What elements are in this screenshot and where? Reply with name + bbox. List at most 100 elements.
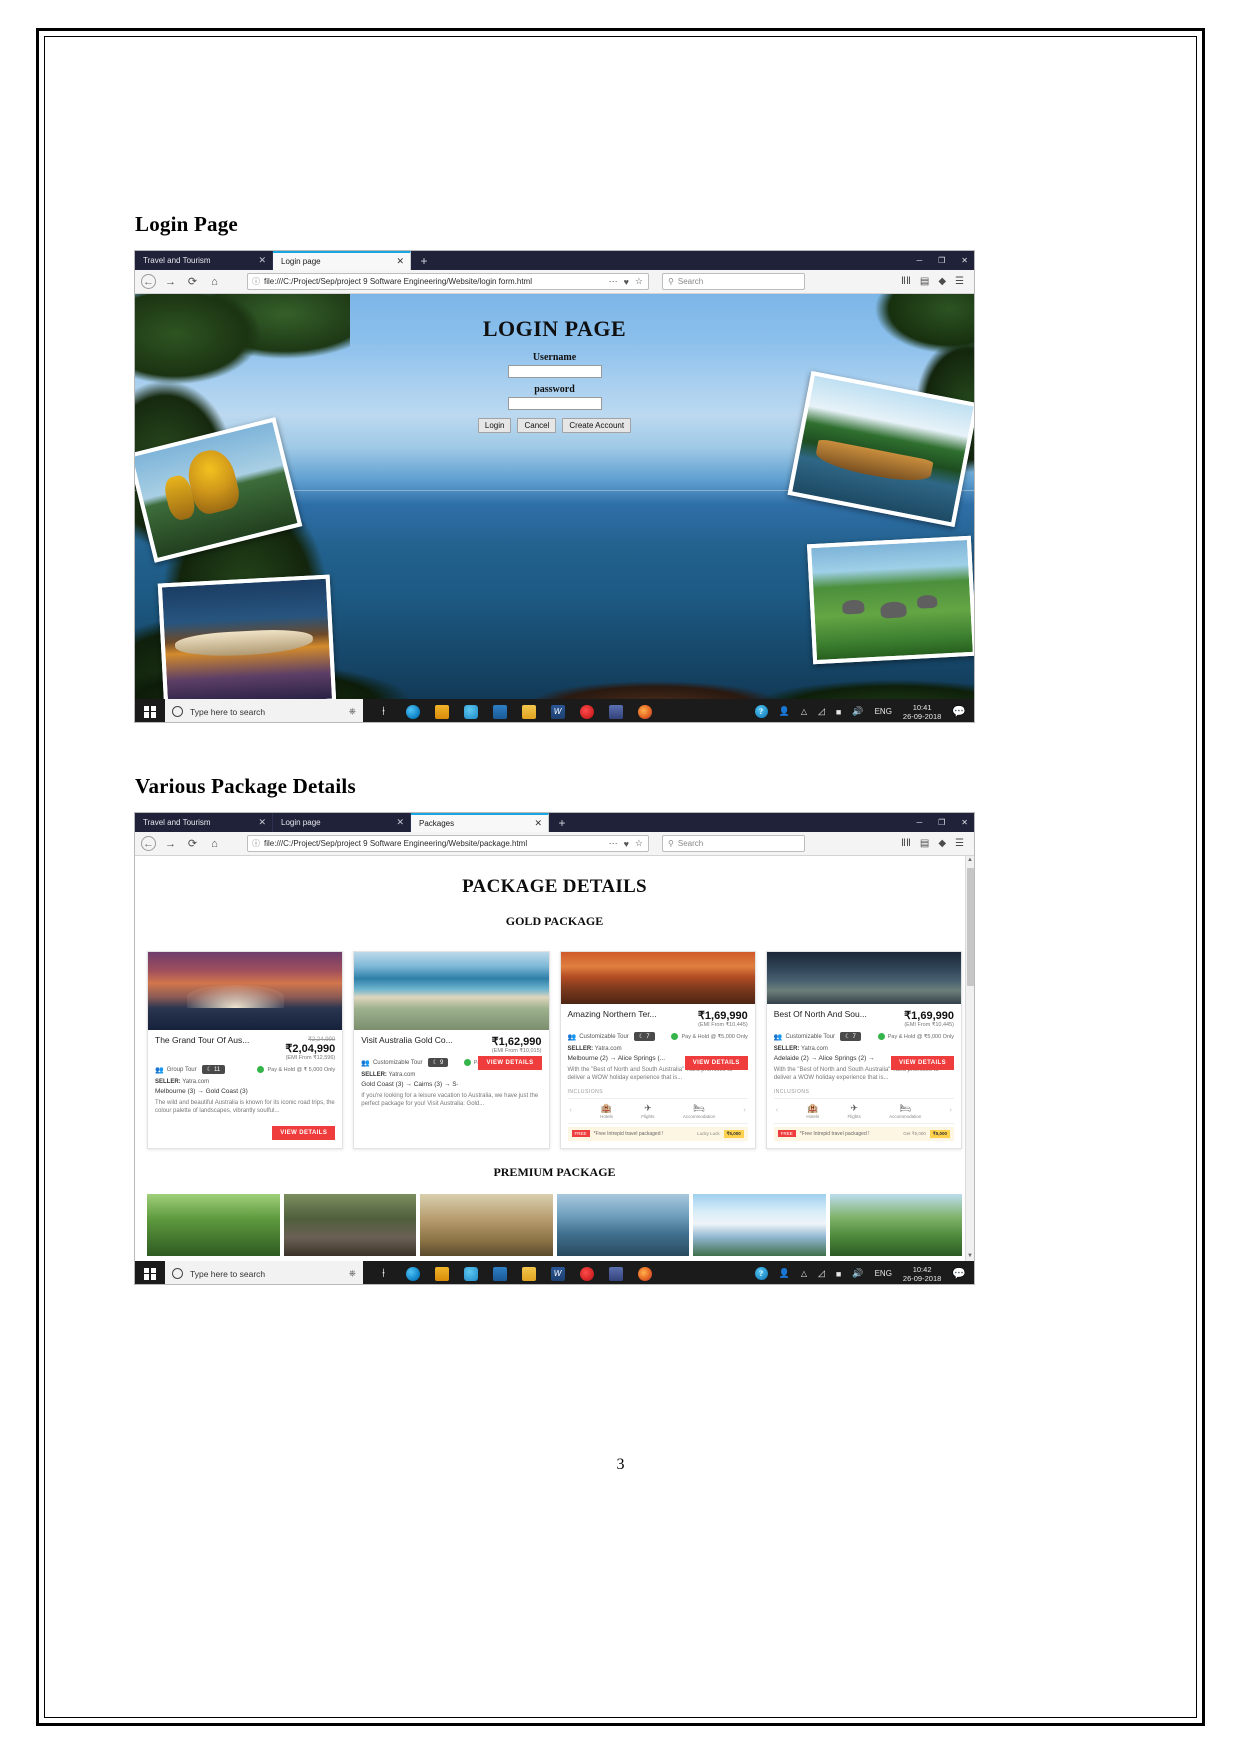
- edge-icon[interactable]: [398, 699, 427, 722]
- close-window-button[interactable]: ✕: [961, 256, 968, 265]
- username-input[interactable]: [507, 365, 602, 378]
- password-input[interactable]: [507, 397, 602, 410]
- forward-icon[interactable]: →: [163, 274, 178, 289]
- start-button[interactable]: [135, 699, 165, 722]
- word-icon[interactable]: W: [543, 1261, 572, 1284]
- tab-login-page[interactable]: Login page ✕: [273, 251, 411, 270]
- dropbox-icon[interactable]: [456, 1261, 485, 1284]
- store-icon[interactable]: [427, 1261, 456, 1284]
- address-bar[interactable]: ⓘ file:///C:/Project/Sep/project 9 Softw…: [247, 835, 649, 852]
- back-icon[interactable]: ←: [141, 836, 156, 851]
- task-view-icon[interactable]: ⍿: [369, 699, 398, 722]
- notifications-icon[interactable]: 💬: [952, 705, 966, 718]
- view-details-button[interactable]: VIEW DETAILS: [478, 1056, 542, 1070]
- wifi-icon[interactable]: ◿: [818, 706, 825, 717]
- maximize-button[interactable]: ❐: [938, 818, 945, 827]
- page-actions-icon[interactable]: ⋯: [608, 838, 619, 849]
- menu-icon[interactable]: ☰: [955, 838, 964, 849]
- opera-icon[interactable]: [572, 699, 601, 722]
- dropbox-icon[interactable]: [456, 699, 485, 722]
- task-view-icon[interactable]: ⍿: [369, 1261, 398, 1284]
- tab-close-icon[interactable]: ✕: [396, 257, 404, 266]
- edge-icon[interactable]: [398, 1261, 427, 1284]
- new-tab-button[interactable]: +: [549, 813, 575, 832]
- reader-shield-icon[interactable]: ♥: [623, 277, 630, 287]
- view-details-button[interactable]: VIEW DETAILS: [272, 1125, 336, 1140]
- opera-icon[interactable]: [572, 1261, 601, 1284]
- cancel-button[interactable]: Cancel: [517, 418, 557, 433]
- taskbar-search[interactable]: Type here to search ⎈: [165, 1261, 363, 1284]
- firefox-icon[interactable]: [630, 699, 659, 722]
- firefox-icon[interactable]: [630, 1261, 659, 1284]
- account-icon[interactable]: ◆: [938, 276, 946, 287]
- view-details-button[interactable]: VIEW DETAILS: [684, 1056, 748, 1070]
- sidebar-icon[interactable]: ▤: [920, 276, 929, 287]
- tab-travel-and-tourism[interactable]: Travel and Tourism ✕: [135, 251, 273, 270]
- package-card[interactable]: Visit Australia Gold Co... ₹1,62,990 (EM…: [353, 951, 550, 1149]
- word-icon[interactable]: W: [543, 699, 572, 722]
- search-bar[interactable]: ⚲ Search: [662, 273, 805, 290]
- show-hidden-icons-chevron[interactable]: △: [801, 707, 807, 716]
- tab-close-icon[interactable]: ✕: [534, 819, 542, 828]
- bookmark-star-icon[interactable]: ☆: [634, 276, 644, 287]
- inclusions-next-icon[interactable]: ›: [743, 1107, 745, 1114]
- inclusions-next-icon[interactable]: ›: [950, 1107, 952, 1114]
- premium-thumbnail[interactable]: [283, 1193, 416, 1256]
- clock[interactable]: 10:41 26-09-2018: [903, 703, 941, 721]
- start-button[interactable]: [135, 1261, 165, 1284]
- file-explorer-icon[interactable]: [514, 699, 543, 722]
- create-account-button[interactable]: Create Account: [562, 418, 632, 433]
- library-icon[interactable]: ⅡⅡ: [901, 838, 911, 849]
- language-indicator[interactable]: ENG: [875, 1269, 892, 1278]
- volume-icon[interactable]: 🔊: [852, 706, 863, 717]
- home-icon[interactable]: ⌂: [207, 836, 222, 851]
- help-icon[interactable]: ?: [754, 1267, 768, 1280]
- reload-icon[interactable]: ⟳: [185, 274, 200, 289]
- search-bar[interactable]: ⚲ Search: [662, 835, 805, 852]
- scroll-up-arrow[interactable]: ▲: [966, 856, 974, 865]
- battery-icon[interactable]: ■: [836, 707, 841, 717]
- tab-travel-and-tourism[interactable]: Travel and Tourism ✕: [135, 813, 273, 832]
- notifications-icon[interactable]: 💬: [952, 1267, 966, 1280]
- page-info-icon[interactable]: ⓘ: [252, 276, 260, 287]
- reader-shield-icon[interactable]: ♥: [623, 839, 630, 849]
- new-tab-button[interactable]: +: [411, 251, 437, 270]
- pdf-reader-icon[interactable]: [601, 1261, 630, 1284]
- login-button[interactable]: Login: [477, 418, 512, 433]
- wifi-icon[interactable]: ◿: [818, 1268, 825, 1279]
- mail-icon[interactable]: [485, 699, 514, 722]
- maximize-button[interactable]: ❐: [938, 256, 945, 265]
- battery-icon[interactable]: ■: [836, 1269, 841, 1279]
- inclusions-prev-icon[interactable]: ‹: [570, 1107, 572, 1114]
- page-scrollbar[interactable]: ▲ ▼: [965, 856, 974, 1261]
- microphone-icon[interactable]: ⎈: [349, 706, 356, 717]
- address-bar[interactable]: ⓘ file:///C:/Project/Sep/project 9 Softw…: [247, 273, 649, 290]
- scrollbar-thumb[interactable]: [967, 868, 974, 986]
- reload-icon[interactable]: ⟳: [185, 836, 200, 851]
- volume-icon[interactable]: 🔊: [852, 1268, 863, 1279]
- tab-close-icon[interactable]: ✕: [396, 818, 404, 827]
- clock[interactable]: 10:42 26-09-2018: [903, 1265, 941, 1283]
- account-icon[interactable]: ◆: [938, 838, 946, 849]
- package-card[interactable]: Best Of North And Sou... ₹1,69,990 (EMI …: [765, 951, 962, 1149]
- menu-icon[interactable]: ☰: [955, 276, 964, 287]
- tab-close-icon[interactable]: ✕: [258, 818, 266, 827]
- library-icon[interactable]: ⅡⅡ: [901, 276, 911, 287]
- page-actions-icon[interactable]: ⋯: [608, 276, 619, 287]
- premium-thumbnail[interactable]: [829, 1193, 962, 1256]
- taskbar-search[interactable]: Type here to search ⎈: [165, 699, 363, 722]
- close-window-button[interactable]: ✕: [961, 818, 968, 827]
- home-icon[interactable]: ⌂: [207, 274, 222, 289]
- help-icon[interactable]: ?: [754, 705, 768, 718]
- mail-icon[interactable]: [485, 1261, 514, 1284]
- microphone-icon[interactable]: ⎈: [349, 1268, 356, 1279]
- sidebar-icon[interactable]: ▤: [920, 838, 929, 849]
- bookmark-star-icon[interactable]: ☆: [634, 838, 644, 849]
- premium-thumbnail[interactable]: [556, 1193, 689, 1256]
- tab-close-icon[interactable]: ✕: [258, 256, 266, 265]
- show-hidden-icons-chevron[interactable]: △: [801, 1269, 807, 1278]
- tab-packages[interactable]: Packages ✕: [411, 813, 549, 832]
- minimize-button[interactable]: ─: [916, 818, 922, 827]
- view-details-button[interactable]: VIEW DETAILS: [890, 1056, 954, 1070]
- package-card[interactable]: Amazing Northern Ter... ₹1,69,990 (EMI F…: [559, 951, 756, 1149]
